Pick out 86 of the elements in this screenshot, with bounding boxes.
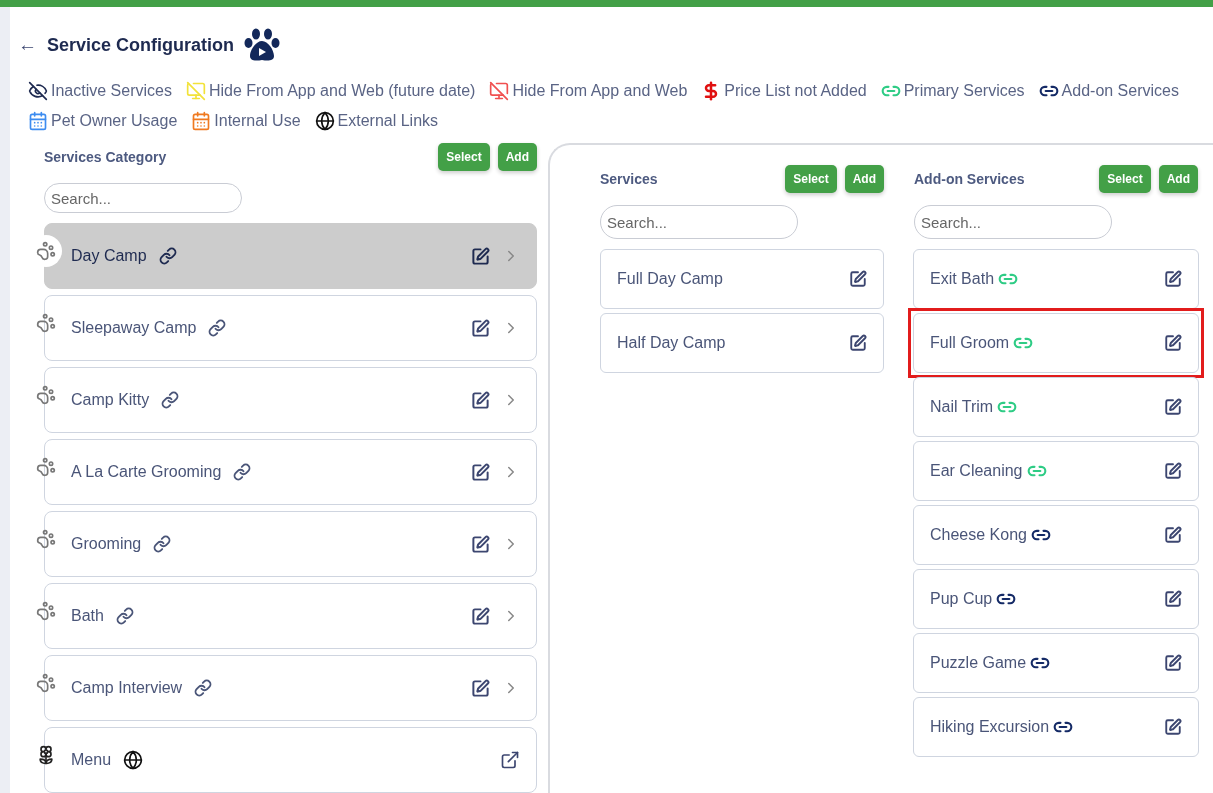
category-name: Camp Kitty	[71, 391, 150, 409]
category-item[interactable]: Menu	[44, 727, 537, 793]
category-item[interactable]: Sleepaway Camp	[44, 295, 537, 361]
category-name: Grooming	[71, 535, 142, 553]
edit-icon[interactable]	[471, 678, 490, 698]
legend-label: Hide From App and Web (future date)	[208, 82, 476, 100]
search-field[interactable]: Search...	[914, 205, 1112, 239]
search-field[interactable]: Search...	[600, 205, 798, 239]
addon-item[interactable]: Hiking Excursion	[913, 697, 1199, 757]
addon-name: Pup Cup	[930, 590, 993, 608]
addon-item[interactable]: Full Groom	[913, 313, 1199, 373]
globe-icon	[314, 111, 335, 131]
back-arrow[interactable]: ←	[18, 34, 37, 56]
addon-name: Ear Cleaning	[930, 462, 1023, 480]
monitor-off-icon	[185, 81, 206, 101]
edit-icon[interactable]	[471, 534, 490, 554]
category-item[interactable]: Camp Interview	[44, 655, 537, 721]
legend-label: Hide From App and Web	[512, 82, 688, 100]
edit-icon[interactable]	[471, 318, 490, 338]
legend-label: Internal Use	[214, 112, 301, 130]
monitor-off-icon	[489, 81, 510, 101]
link-icon	[208, 319, 227, 337]
edit-icon[interactable]	[1164, 526, 1182, 544]
addon-item[interactable]: Exit Bath	[913, 249, 1199, 309]
legend-label: Primary Services	[903, 82, 1025, 100]
edit-icon[interactable]	[1164, 270, 1182, 288]
section-title: Services	[600, 171, 658, 187]
edit-icon[interactable]	[1164, 654, 1182, 672]
addon-item[interactable]: Cheese Kong	[913, 505, 1199, 565]
addon-name: Exit Bath	[930, 270, 995, 288]
legend-label: Price List not Added	[724, 82, 867, 100]
edit-icon[interactable]	[1164, 718, 1182, 736]
category-name: Camp Interview	[71, 679, 183, 697]
edit-icon[interactable]	[471, 246, 490, 266]
category-item[interactable]: A La Carte Grooming	[44, 439, 537, 505]
paw-play-icon	[244, 28, 281, 62]
category-item[interactable]: Camp Kitty	[44, 367, 537, 433]
edit-icon[interactable]	[1164, 334, 1182, 352]
globe-icon	[123, 750, 144, 770]
service-name: Half Day Camp	[617, 334, 726, 352]
category-item[interactable]: Grooming	[44, 511, 537, 577]
link-icon	[161, 391, 180, 409]
page-title: Service Configuration	[47, 34, 235, 56]
link-icon	[158, 247, 177, 265]
addon-item[interactable]: Puzzle Game	[913, 633, 1199, 693]
calendar-icon	[191, 111, 212, 131]
legend-label: Add-on Services	[1061, 82, 1179, 100]
edit-icon[interactable]	[1164, 590, 1182, 608]
search-field[interactable]: Search...	[44, 183, 242, 213]
section-title: Services Category	[44, 149, 167, 165]
addon-item[interactable]: Nail Trim	[913, 377, 1199, 437]
legend-label: Inactive Services	[51, 82, 172, 100]
service-item[interactable]: Full Day Camp	[600, 249, 884, 309]
addon-item[interactable]: Pup Cup	[913, 569, 1199, 629]
addon-name: Nail Trim	[930, 398, 994, 416]
legend-label: Pet Owner Usage	[51, 112, 178, 130]
addon-name: Hiking Excursion	[930, 718, 1050, 736]
category-name: Day Camp	[71, 247, 147, 265]
calendar-icon	[28, 111, 48, 131]
category-item[interactable]: Bath	[44, 583, 537, 649]
link-icon	[233, 463, 252, 481]
eye-off-icon	[28, 81, 48, 101]
edit-icon[interactable]	[471, 462, 490, 482]
addon-name: Puzzle Game	[930, 654, 1027, 672]
edit-icon[interactable]	[1164, 398, 1182, 416]
category-name: Menu	[71, 751, 112, 769]
external-link-icon[interactable]	[500, 750, 520, 770]
service-name: Full Day Camp	[617, 270, 723, 288]
addon-name: Cheese Kong	[930, 526, 1027, 544]
addon-item[interactable]: Ear Cleaning	[913, 441, 1199, 501]
edit-icon[interactable]	[471, 606, 490, 626]
section-title: Add-on Services	[914, 171, 1025, 187]
category-name: Bath	[71, 607, 104, 625]
service-item[interactable]: Half Day Camp	[600, 313, 884, 373]
legend-label: External Links	[337, 112, 439, 130]
edit-icon[interactable]	[849, 334, 867, 352]
link-icon	[115, 607, 134, 625]
edit-icon[interactable]	[849, 270, 867, 288]
category-name: Sleepaway Camp	[71, 319, 197, 337]
addon-name: Full Groom	[930, 334, 1010, 352]
link-icon	[153, 535, 172, 553]
link-icon	[194, 679, 213, 697]
category-item[interactable]: Day Camp	[44, 223, 537, 289]
category-name: A La Carte Grooming	[71, 463, 222, 481]
edit-icon[interactable]	[471, 390, 490, 410]
edit-icon[interactable]	[1164, 462, 1182, 480]
